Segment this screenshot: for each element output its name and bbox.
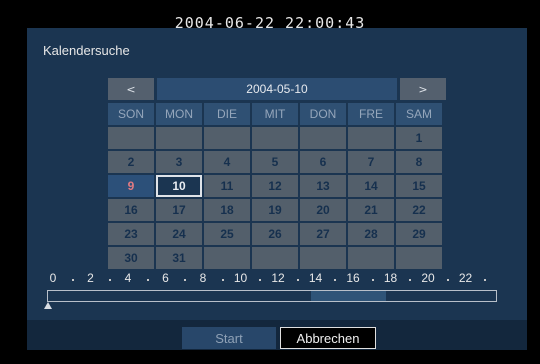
calendar-day[interactable]: 14 <box>348 175 394 197</box>
calendar-empty-cell <box>156 127 202 149</box>
timeline-hour-label: 6 <box>162 271 169 285</box>
calendar-day[interactable]: 2 <box>108 151 154 173</box>
timeline-bar[interactable] <box>47 290 497 302</box>
timeline-tick-dot <box>446 279 449 281</box>
calendar-day[interactable]: 23 <box>108 223 154 245</box>
cancel-button[interactable]: Abbrechen <box>280 327 376 349</box>
timeline-tick-dot <box>409 279 412 281</box>
timeline-hour-label: 18 <box>383 271 398 285</box>
calendar-day[interactable]: 28 <box>348 223 394 245</box>
timeline-hour-label: 4 <box>124 271 132 285</box>
calendar-day[interactable]: 19 <box>252 199 298 221</box>
calendar-week-row: 23 24 25 26 27 28 29 <box>108 223 446 245</box>
calendar-day[interactable]: 13 <box>300 175 346 197</box>
timeline-tick-dot <box>109 279 112 281</box>
calendar-day[interactable]: 6 <box>300 151 346 173</box>
calendar-day[interactable]: 5 <box>252 151 298 173</box>
weekday-label: SON <box>108 103 154 125</box>
weekday-label: MON <box>156 103 202 125</box>
calendar-day[interactable]: 22 <box>396 199 442 221</box>
weekday-label: FRE <box>348 103 394 125</box>
calendar-week-row: 9 10 11 12 13 14 15 <box>108 175 446 197</box>
calendar-day[interactable]: 24 <box>156 223 202 245</box>
calendar-day[interactable]: 17 <box>156 199 202 221</box>
calendar-empty-cell <box>108 127 154 149</box>
calendar-day[interactable]: 10 <box>156 175 202 197</box>
calendar-week-row: 16 17 18 19 20 21 22 <box>108 199 446 221</box>
prev-month-button[interactable]: < <box>108 78 154 100</box>
calendar-week-row: 30 31 <box>108 247 446 269</box>
calendar-day[interactable]: 9 <box>108 175 154 197</box>
timeline-hour-label: 10 <box>233 271 248 285</box>
weekday-label: SAM <box>396 103 442 125</box>
start-button[interactable]: Start <box>182 327 276 349</box>
timeline-tick-dot <box>71 279 74 281</box>
timeline-hour-label: 8 <box>199 271 207 285</box>
timeline-recorded-range <box>310 291 386 301</box>
month-label: 2004-05-10 <box>157 78 397 100</box>
calendar-day[interactable]: 30 <box>108 247 154 269</box>
calendar-day[interactable]: 18 <box>204 199 250 221</box>
calendar-day[interactable]: 26 <box>252 223 298 245</box>
timeline-tick-dot <box>484 279 487 281</box>
calendar-day[interactable]: 4 <box>204 151 250 173</box>
weekday-label: MIT <box>252 103 298 125</box>
calendar-day[interactable]: 3 <box>156 151 202 173</box>
calendar-empty-cell <box>252 127 298 149</box>
calendar-day[interactable]: 27 <box>300 223 346 245</box>
calendar-empty-cell <box>252 247 298 269</box>
calendar-grid: 1 2 3 4 5 6 7 8 9 10 11 12 13 14 15 16 17 18 19 20 21 22 23 24 2… <box>108 127 446 269</box>
timeline-hour-label: 0 <box>49 271 57 285</box>
timeline-tick-dot <box>221 279 224 281</box>
calendar-empty-cell <box>348 127 394 149</box>
timeline-hour-label: 22 <box>458 271 473 285</box>
calendar-day[interactable]: 7 <box>348 151 394 173</box>
clock-display: 2004-06-22 22:00:43 <box>174 14 366 32</box>
calendar-header: < 2004-05-10 > <box>108 78 446 100</box>
dialog-title: Kalendersuche <box>43 43 130 58</box>
timeline-position-marker[interactable] <box>44 302 52 309</box>
calendar-empty-cell <box>396 247 442 269</box>
calendar-day[interactable]: 11 <box>204 175 250 197</box>
calendar-empty-cell <box>300 127 346 149</box>
timeline-hour-label: 20 <box>421 271 435 285</box>
calendar-day[interactable]: 1 <box>396 127 442 149</box>
calendar-day[interactable]: 16 <box>108 199 154 221</box>
timeline-hour-label: 16 <box>346 271 360 285</box>
calendar-week-row: 1 <box>108 127 446 149</box>
calendar-empty-cell <box>204 247 250 269</box>
calendar-week-row: 2345678 <box>108 151 446 173</box>
next-month-button[interactable]: > <box>400 78 446 100</box>
timeline-hour-label: 12 <box>271 271 285 285</box>
calendar-day[interactable]: 12 <box>252 175 298 197</box>
calendar-day[interactable]: 20 <box>300 199 346 221</box>
timeline-tick-dot <box>146 279 149 281</box>
timeline-hour-label: 2 <box>87 271 94 285</box>
calendar-empty-cell <box>348 247 394 269</box>
calendar-day[interactable]: 8 <box>396 151 442 173</box>
calendar-day[interactable]: 25 <box>204 223 250 245</box>
calendar-day[interactable]: 31 <box>156 247 202 269</box>
timeline-hour-label: 14 <box>308 271 323 285</box>
timeline-tick-dot <box>296 279 299 281</box>
calendar-day[interactable]: 29 <box>396 223 442 245</box>
timeline-tick-dot <box>259 279 262 281</box>
calendar-empty-cell <box>300 247 346 269</box>
weekday-label: DIE <box>204 103 250 125</box>
calendar-day[interactable]: 21 <box>348 199 394 221</box>
weekday-label: DON <box>300 103 346 125</box>
calendar: < 2004-05-10 > SON MON DIE MIT DON FRE S… <box>108 78 446 271</box>
dialog-footer <box>27 320 527 350</box>
calendar-empty-cell <box>204 127 250 149</box>
timeline-hour-labels: 0 2 4 6 8 10 12 14 16 18 20 22 <box>47 271 497 287</box>
timeline-tick-dot <box>184 279 187 281</box>
weekday-header-row: SON MON DIE MIT DON FRE SAM <box>108 103 446 125</box>
timeline-tick-dot <box>371 279 374 281</box>
timeline-tick-dot <box>334 279 337 281</box>
calendar-day[interactable]: 15 <box>396 175 442 197</box>
